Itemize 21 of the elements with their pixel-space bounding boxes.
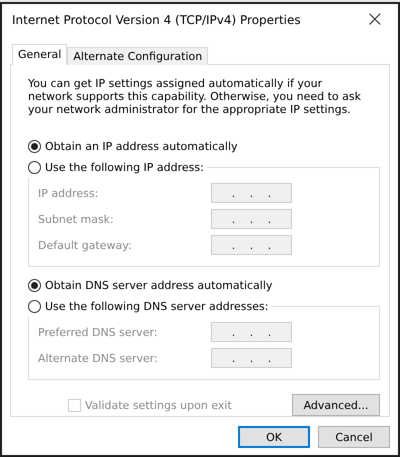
radio-label: Use the following DNS server addresses: [45, 300, 268, 313]
radio-label: Obtain an IP address automatically [45, 140, 238, 153]
radio-label: Obtain DNS server address automatically [45, 279, 272, 292]
window-title: Internet Protocol Version 4 (TCP/IPv4) Properties [12, 13, 301, 27]
radio-button[interactable] [28, 279, 41, 292]
close-button[interactable]: × [364, 9, 386, 31]
field-label: Subnet mask: [38, 212, 114, 226]
field-label: Preferred DNS server: [38, 326, 158, 338]
radio-label: Use the following IP address: [45, 161, 204, 174]
field-label: IP address: [38, 186, 98, 200]
tab[interactable]: Alternate Configuration [67, 47, 208, 65]
radio-button[interactable] [28, 161, 41, 174]
radio-button[interactable] [28, 140, 41, 153]
advanced-button[interactable]: Advanced... [292, 394, 380, 416]
field-label: Default gateway: [38, 238, 132, 252]
dialog-button[interactable]: OK [238, 426, 310, 448]
description-text: You can get IP settings assigned automatically if your network supports this capability. Otherwise, you need to ask your network administrator for the appropriate IP settings. [28, 77, 362, 116]
tab[interactable]: General [12, 44, 68, 65]
radio-button[interactable] [28, 300, 41, 313]
dialog-button[interactable]: Cancel [318, 426, 390, 448]
field-label: Alternate DNS server: [38, 352, 158, 364]
